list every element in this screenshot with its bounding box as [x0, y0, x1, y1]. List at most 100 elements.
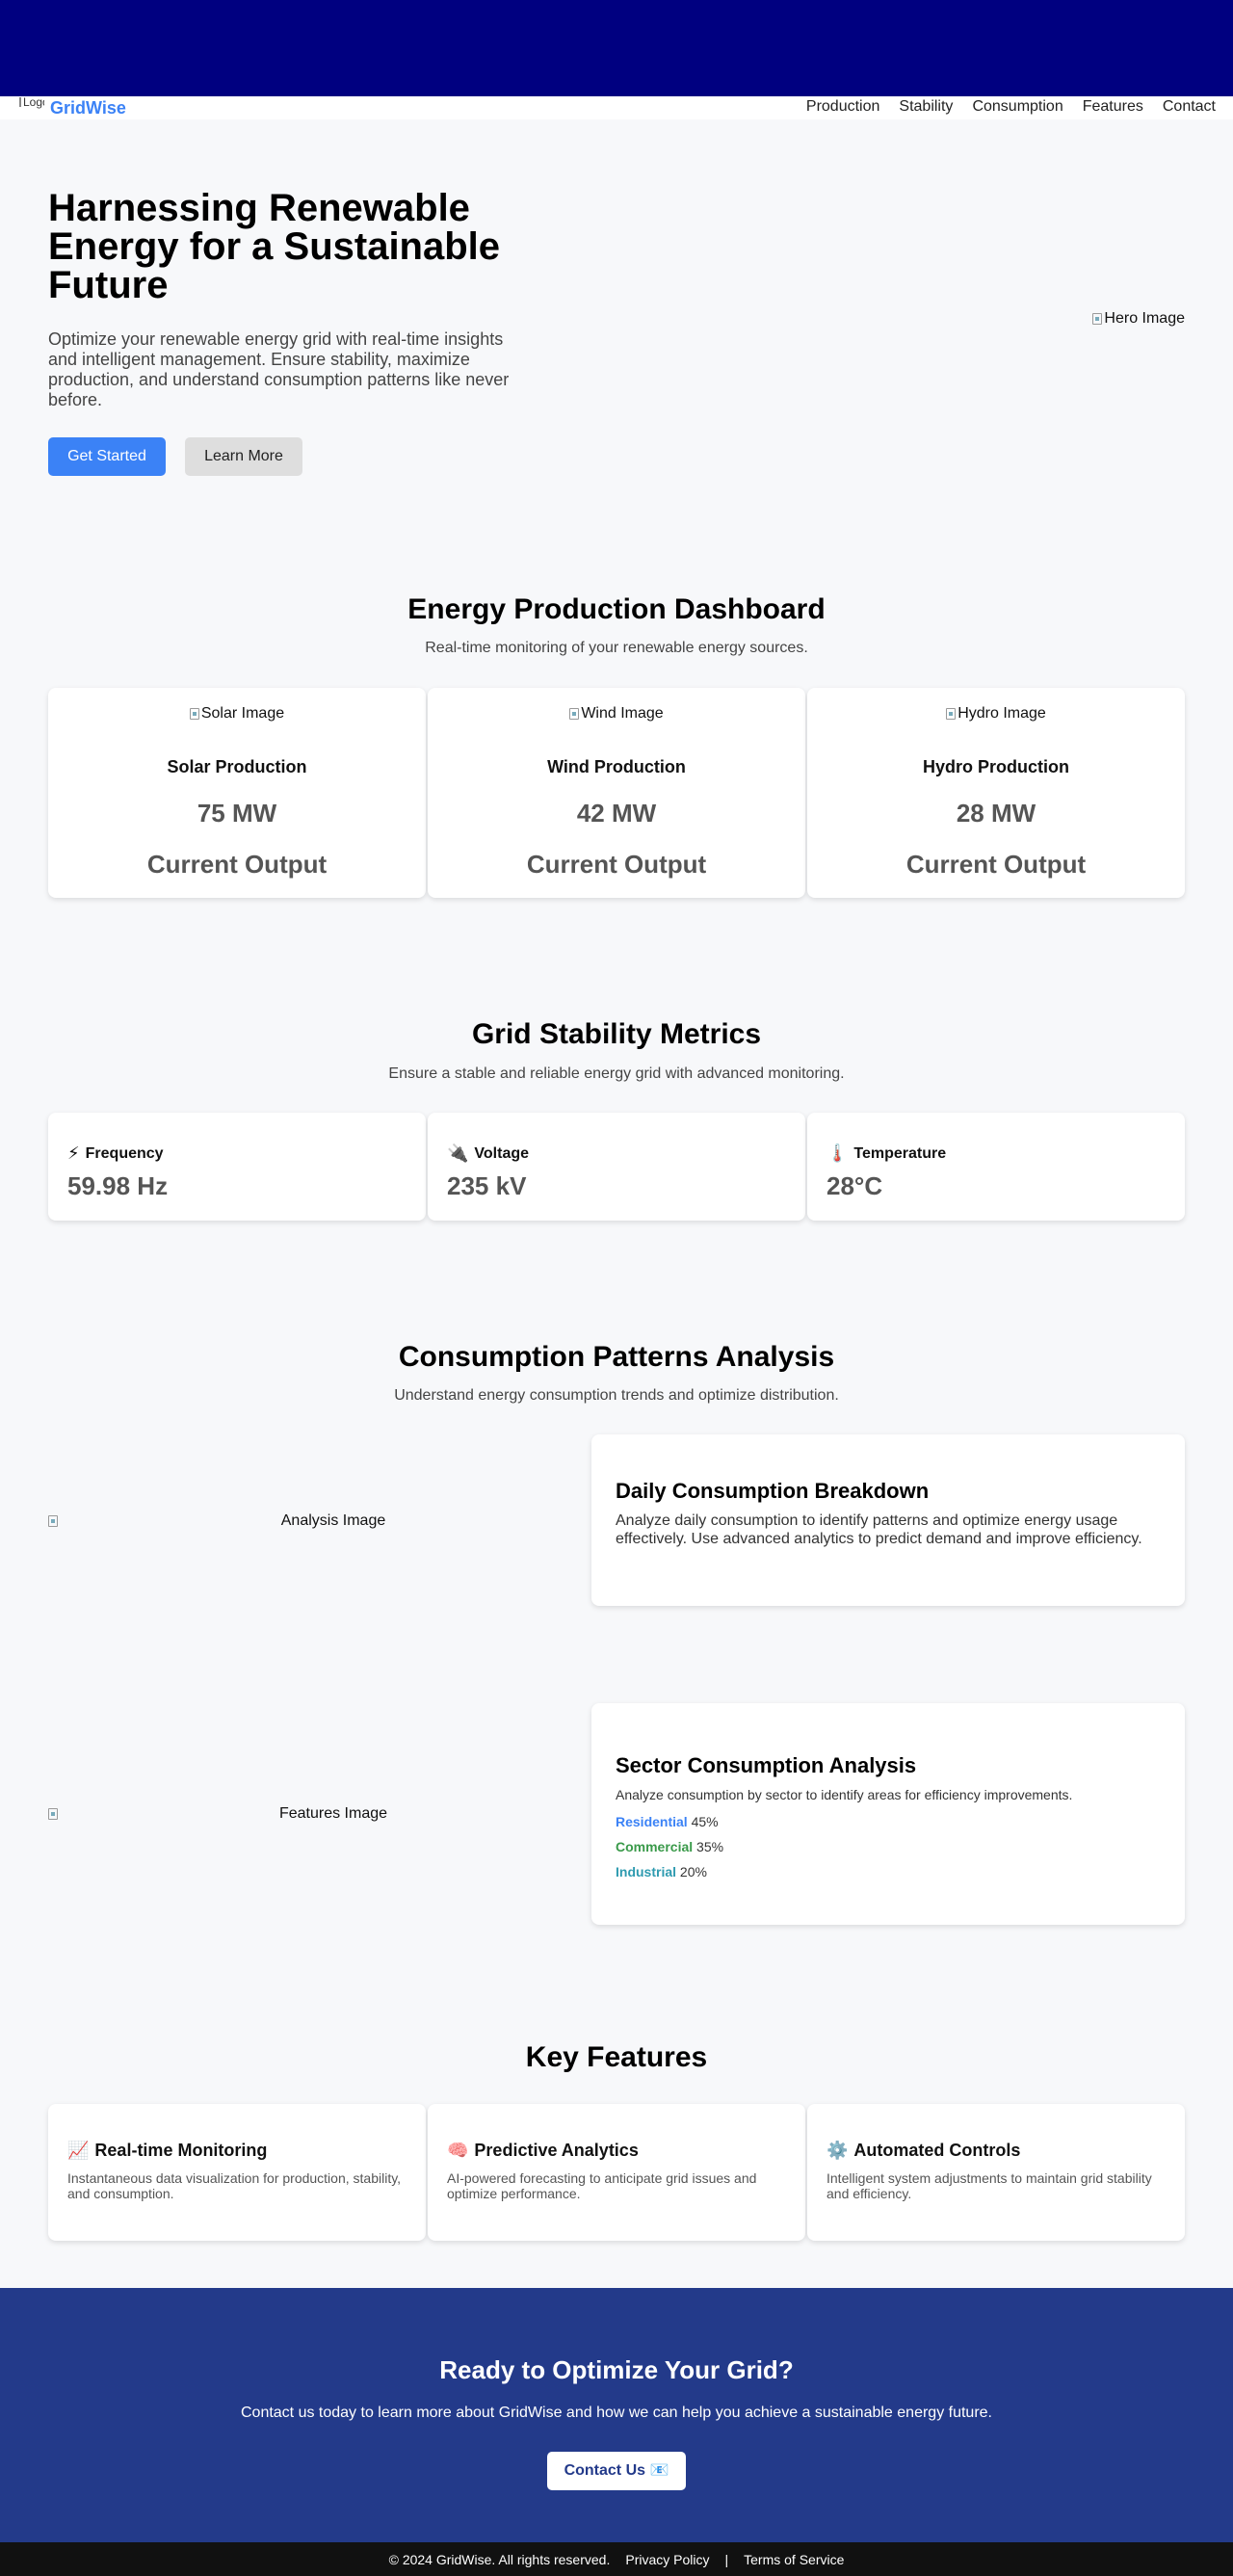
features-image-alt: Features Image	[278, 1805, 388, 1822]
hydro-production-card: Hydro Image Hydro Production 28 MW Curre…	[807, 688, 1185, 898]
thermometer-icon: 🌡️	[826, 1143, 849, 1163]
nav-link-consumption[interactable]: Consumption	[972, 98, 1062, 116]
hero-image-alt: Hero Image	[1104, 310, 1185, 327]
features-image: Features Image	[48, 1805, 607, 1823]
get-started-button[interactable]: Get Started	[48, 437, 166, 476]
hero-title: Harnessing Renewable Energy for a Sustai…	[48, 187, 501, 306]
feature-desc: Instantaneous data visualization for pro…	[67, 2170, 402, 2201]
metric-name: Frequency	[85, 1144, 164, 1162]
daily-consumption-card: Daily Consumption Breakdown Analyze dail…	[591, 1434, 1185, 1606]
sector-value: 20%	[679, 1864, 707, 1879]
brand-name[interactable]: GridWise	[50, 98, 126, 118]
sector-consumption-card: Sector Consumption Analysis Analyze cons…	[591, 1703, 1185, 1925]
broken-image-icon	[1092, 313, 1103, 325]
sector-name: Industrial	[616, 1864, 677, 1879]
wind-image-alt: Wind Image	[581, 705, 664, 722]
consumption-subtitle: Understand energy consumption trends and…	[394, 1387, 839, 1404]
logo-alt-text: Logo	[23, 96, 44, 109]
consumption-title: Consumption Patterns Analysis	[398, 1341, 835, 1373]
sector-consumption-text: Analyze consumption by sector to identif…	[616, 1787, 1073, 1802]
feature-desc: Intelligent system adjustments to mainta…	[826, 2170, 1152, 2201]
feature-desc: AI-powered forecasting to anticipate gri…	[447, 2170, 757, 2201]
nav-link-stability[interactable]: Stability	[899, 98, 953, 116]
sector-name: Residential	[616, 1814, 688, 1829]
metric-name: Voltage	[474, 1144, 530, 1162]
wind-image: Wind Image	[428, 705, 805, 723]
frequency-card: ⚡ Frequency 59.98 Hz	[48, 1113, 426, 1221]
top-banner	[0, 0, 1233, 96]
feature-card-monitoring: 📈 Real-time Monitoring Instantaneous data…	[48, 2104, 426, 2241]
hero-text: Optimize your renewable energy grid with…	[48, 329, 510, 409]
broken-image-icon	[48, 1808, 58, 1820]
privacy-policy-link[interactable]: Privacy Policy	[625, 2552, 709, 2567]
sector-name: Commercial	[616, 1839, 694, 1854]
feature-name: Automated Controls	[853, 2141, 1021, 2160]
stability-title: Grid Stability Metrics	[471, 1018, 762, 1050]
metric-name: Temperature	[853, 1144, 947, 1162]
sector-value: 35%	[696, 1839, 724, 1854]
sector-residential: Residential 45%	[616, 1814, 1161, 1829]
production-subtitle: Real-time monitoring of your renewable e…	[425, 640, 808, 656]
nav-links: Production Stability Consumption Feature…	[797, 98, 1225, 116]
contact-us-button[interactable]: Contact Us 📧	[547, 2452, 686, 2490]
nav-link-production[interactable]: Production	[806, 98, 880, 116]
hydro-image: Hydro Image	[807, 705, 1185, 723]
solar-production-card: Solar Image Solar Production 75 MW Curre…	[48, 688, 426, 898]
analysis-image: Analysis Image	[48, 1512, 607, 1530]
navbar: Logo GridWise Production Stability Consu…	[0, 96, 1233, 119]
sector-commercial: Commercial 35%	[616, 1839, 1161, 1854]
stability-subtitle: Ensure a stable and reliable energy grid…	[388, 1065, 845, 1082]
analysis-image-alt: Analysis Image	[280, 1512, 386, 1529]
feature-card-controls: ⚙️ Automated Controls Intelligent system …	[807, 2104, 1185, 2241]
solar-image: Solar Image	[48, 705, 426, 723]
card-name: Wind Production	[547, 757, 686, 776]
feature-name: Real-time Monitoring	[94, 2141, 268, 2160]
daily-consumption-title: Daily Consumption Breakdown	[616, 1479, 930, 1503]
card-label: Current Output	[905, 850, 1087, 879]
logo-image[interactable]: Logo	[19, 96, 44, 119]
broken-image-icon	[48, 1515, 58, 1527]
hero-image: Hero Image	[1092, 310, 1185, 328]
plug-icon: 🔌	[447, 1143, 469, 1163]
cta-text: Contact us today to learn more about Gri…	[240, 2405, 992, 2421]
daily-consumption-text: Analyze daily consumption to identify pa…	[616, 1512, 1142, 1547]
card-name: Hydro Production	[923, 757, 1069, 776]
production-title: Energy Production Dashboard	[407, 593, 826, 625]
sector-industrial: Industrial 20%	[616, 1864, 1161, 1879]
card-value: 75 MW	[197, 799, 277, 828]
card-label: Current Output	[526, 850, 707, 879]
temperature-card: 🌡️ Temperature 28°C	[807, 1113, 1185, 1221]
footer: © 2024 GridWise. All rights reserved. Pr…	[0, 2542, 1233, 2576]
card-name: Solar Production	[167, 757, 307, 776]
card-value: 28 MW	[956, 799, 1036, 828]
lightning-icon: ⚡	[67, 1143, 80, 1163]
features-title: Key Features	[525, 2041, 708, 2073]
voltage-card: 🔌 Voltage 235 kV	[428, 1113, 805, 1221]
broken-image-icon	[19, 97, 21, 107]
terms-of-service-link[interactable]: Terms of Service	[744, 2552, 844, 2567]
cta-title: Ready to Optimize Your Grid?	[439, 2355, 794, 2384]
broken-image-icon	[189, 708, 199, 720]
footer-separator: |	[724, 2551, 729, 2567]
broken-image-icon	[569, 708, 580, 720]
copyright-text: © 2024 GridWise. All rights reserved.	[388, 2551, 611, 2567]
sector-value: 45%	[691, 1814, 719, 1829]
metric-value: 28°C	[826, 1171, 883, 1200]
metric-value: 59.98 Hz	[67, 1171, 169, 1200]
broken-image-icon	[946, 708, 957, 720]
brain-icon: 🧠	[447, 2141, 469, 2160]
feature-card-analytics: 🧠 Predictive Analytics AI-powered forecas…	[428, 2104, 805, 2241]
metric-value: 235 kV	[447, 1171, 527, 1200]
solar-image-alt: Solar Image	[200, 705, 285, 722]
nav-link-contact[interactable]: Contact	[1163, 98, 1216, 116]
hydro-image-alt: Hydro Image	[958, 705, 1046, 722]
chart-icon: 📈	[67, 2141, 90, 2160]
card-value: 42 MW	[576, 799, 657, 828]
nav-link-features[interactable]: Features	[1083, 98, 1143, 116]
learn-more-button[interactable]: Learn More	[185, 437, 302, 476]
gear-icon: ⚙️	[826, 2141, 849, 2160]
card-label: Current Output	[146, 850, 328, 879]
feature-name: Predictive Analytics	[474, 2141, 639, 2160]
sector-consumption-title: Sector Consumption Analysis	[616, 1753, 917, 1777]
wind-production-card: Wind Image Wind Production 42 MW Current…	[428, 688, 805, 898]
